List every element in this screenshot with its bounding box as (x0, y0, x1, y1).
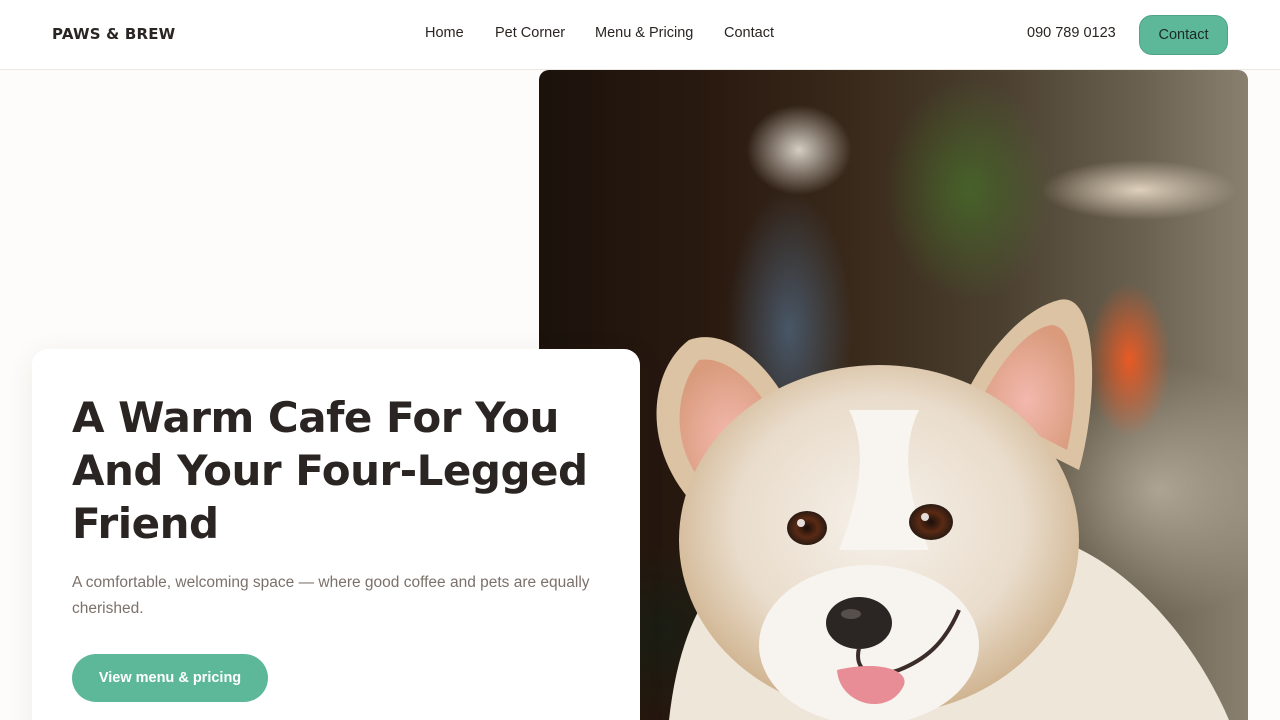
site-header: PAWS & BREW Home Pet Corner Menu & Prici… (0, 0, 1280, 70)
view-menu-button[interactable]: View menu & pricing (72, 654, 268, 702)
hero-card: A Warm Cafe For You And Your Four-Legged… (32, 349, 640, 720)
nav-item-menu-pricing[interactable]: Menu & Pricing (595, 25, 693, 41)
hero-title: A Warm Cafe For You And Your Four-Legged… (72, 393, 588, 548)
nav-item-home[interactable]: Home (425, 25, 464, 41)
hero-subtitle: A comfortable, welcoming space — where g… (72, 574, 590, 617)
corgi-illustration (656, 299, 1229, 720)
contact-button[interactable]: Contact (1139, 15, 1228, 55)
phone-number[interactable]: 090 789 0123 (1027, 25, 1116, 41)
hero-dog-photo (539, 70, 1248, 720)
nav-item-contact[interactable]: Contact (724, 25, 774, 41)
nav-item-pet-corner[interactable]: Pet Corner (495, 25, 565, 41)
